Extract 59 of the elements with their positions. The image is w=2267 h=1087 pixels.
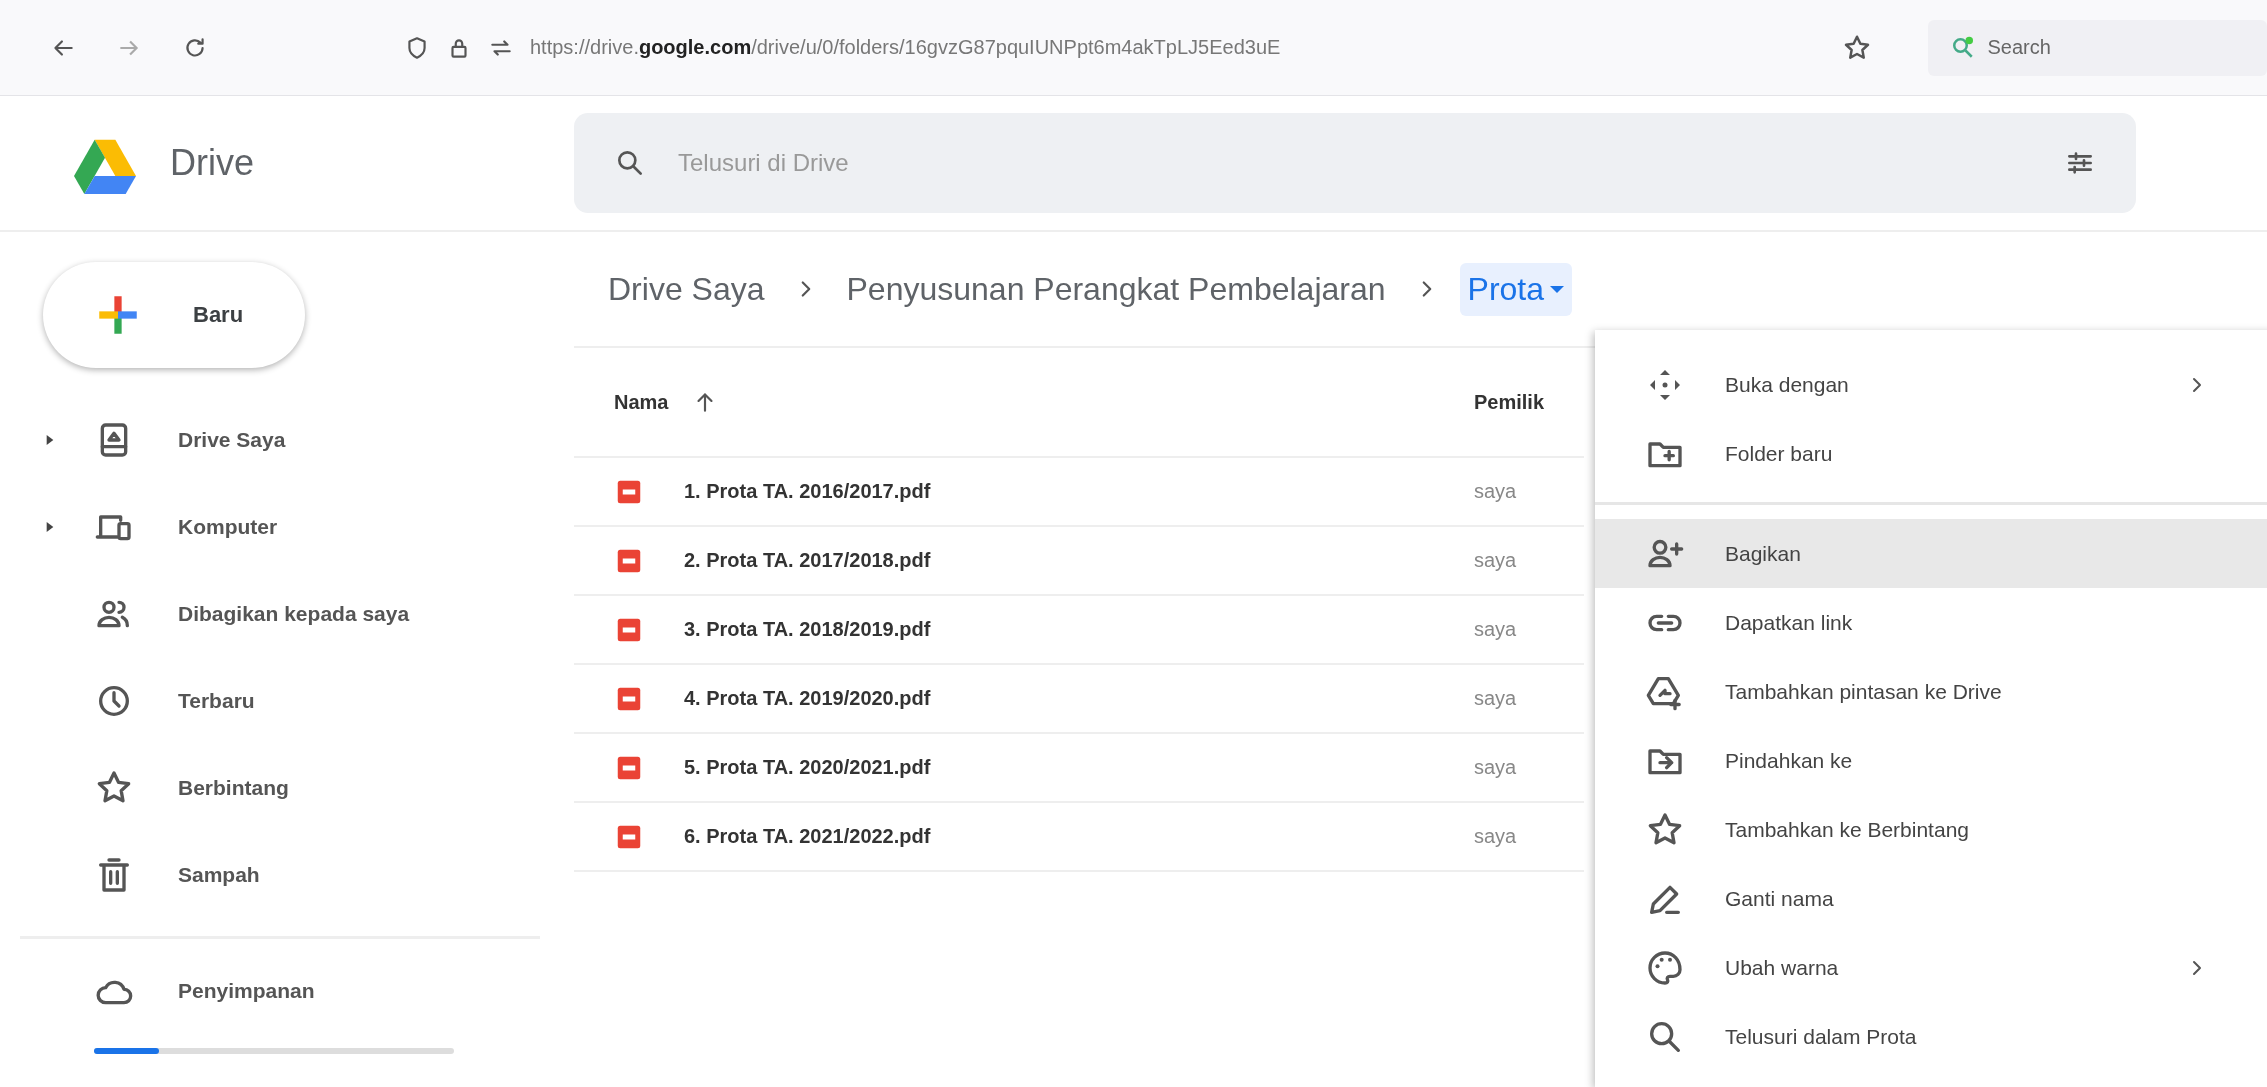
- dropdown-caret-icon: [1550, 285, 1564, 293]
- new-button[interactable]: Baru: [43, 262, 305, 368]
- menu-item-label: Bagikan: [1725, 541, 1802, 566]
- drive-search-bar[interactable]: Telusuri di Drive: [574, 113, 2136, 213]
- app-name: Drive: [170, 142, 254, 184]
- storage-item[interactable]: Penyimpanan: [0, 947, 560, 1034]
- sidebar-item[interactable]: Komputer: [0, 483, 560, 570]
- sidebar-label: Terbaru: [178, 688, 255, 713]
- menu-item[interactable]: Tambahkan ke Berbintang: [1595, 795, 2267, 864]
- menu-item[interactable]: Dapatkan link: [1595, 588, 2267, 657]
- sidebar-label: Berbintang: [178, 775, 289, 800]
- url-text[interactable]: https://drive.google.com/drive/u/0/folders/16gvzG87pquIUNPpt6m4akTpLJ5Eed3uE: [530, 36, 1826, 59]
- file-name[interactable]: 3. Prota TA. 2018/2019.pdf: [684, 618, 931, 641]
- menu-item[interactable]: Folder baru: [1595, 419, 2267, 488]
- search-input[interactable]: Telusuri di Drive: [676, 148, 2034, 178]
- menu-item-label: Ganti nama: [1725, 886, 1835, 911]
- breadcrumb-item[interactable]: Penyusunan Perangkat Pembelajaran: [838, 262, 1394, 316]
- menu-item-label: Pindahkan ke: [1725, 748, 1854, 773]
- menu-item[interactable]: Ubah warna: [1595, 933, 2267, 1002]
- file-name[interactable]: 2. Prota TA. 2017/2018.pdf: [684, 549, 931, 572]
- owner-cell: saya: [1474, 480, 1517, 502]
- sidebar-label: Komputer: [178, 514, 278, 539]
- sidebar-label: Sampah: [178, 862, 260, 887]
- sidebar-item[interactable]: Sampah: [0, 831, 560, 918]
- menu-item-label: Dapatkan link: [1725, 610, 1854, 635]
- file-name[interactable]: 5. Prota TA. 2020/2021.pdf: [684, 756, 931, 779]
- file-name[interactable]: 1. Prota TA. 2016/2017.pdf: [684, 480, 931, 503]
- menu-item-label: Folder baru: [1725, 441, 1834, 466]
- column-header[interactable]: Pemilik: [1474, 390, 1545, 413]
- column-header[interactable]: Nama: [614, 390, 669, 414]
- menu-item[interactable]: Tambahkan pintasan ke Drive: [1595, 657, 2267, 726]
- owner-cell: saya: [1474, 549, 1517, 571]
- menu-item-label: Tambahkan pintasan ke Drive: [1725, 679, 2003, 704]
- menu-item[interactable]: Telusuri dalam Prota: [1595, 1002, 2267, 1071]
- menu-item[interactable]: Pindahkan ke: [1595, 726, 2267, 795]
- file-name[interactable]: 4. Prota TA. 2019/2020.pdf: [684, 687, 931, 710]
- browser-search-bar[interactable]: Search: [1927, 19, 2267, 76]
- menu-item[interactable]: Bagikan: [1595, 519, 2267, 588]
- breadcrumb-item[interactable]: Drive Saya: [600, 262, 773, 316]
- storage-label: Penyimpanan: [178, 978, 315, 1003]
- placeholder-text: Search: [1987, 36, 2051, 59]
- sidebar-label: Dibagikan kepada saya: [178, 601, 410, 626]
- breadcrumb-item[interactable]: Prota: [1459, 262, 1572, 316]
- file-name[interactable]: 6. Prota TA. 2021/2022.pdf: [684, 825, 931, 848]
- menu-item[interactable]: Ganti nama: [1595, 864, 2267, 933]
- sidebar-label: Drive Saya: [178, 427, 286, 452]
- menu-item-label: Telusuri dalam Prota: [1725, 1024, 1918, 1049]
- menu-item[interactable]: Buka dengan: [1595, 350, 2267, 419]
- owner-cell: saya: [1474, 687, 1517, 709]
- sidebar-item[interactable]: Berbintang: [0, 744, 560, 831]
- sidebar-item[interactable]: Dibagikan kepada saya: [0, 570, 560, 657]
- menu-item-label: Tambahkan ke Berbintang: [1725, 817, 1970, 842]
- sidebar-item[interactable]: Drive Saya: [0, 396, 560, 483]
- owner-cell: saya: [1474, 618, 1517, 640]
- sidebar-item[interactable]: Terbaru: [0, 657, 560, 744]
- menu-item-label: Ubah warna: [1725, 955, 1840, 980]
- menu-item-label: Buka dengan: [1725, 372, 1850, 397]
- owner-cell: saya: [1474, 825, 1517, 847]
- owner-cell: saya: [1474, 756, 1517, 778]
